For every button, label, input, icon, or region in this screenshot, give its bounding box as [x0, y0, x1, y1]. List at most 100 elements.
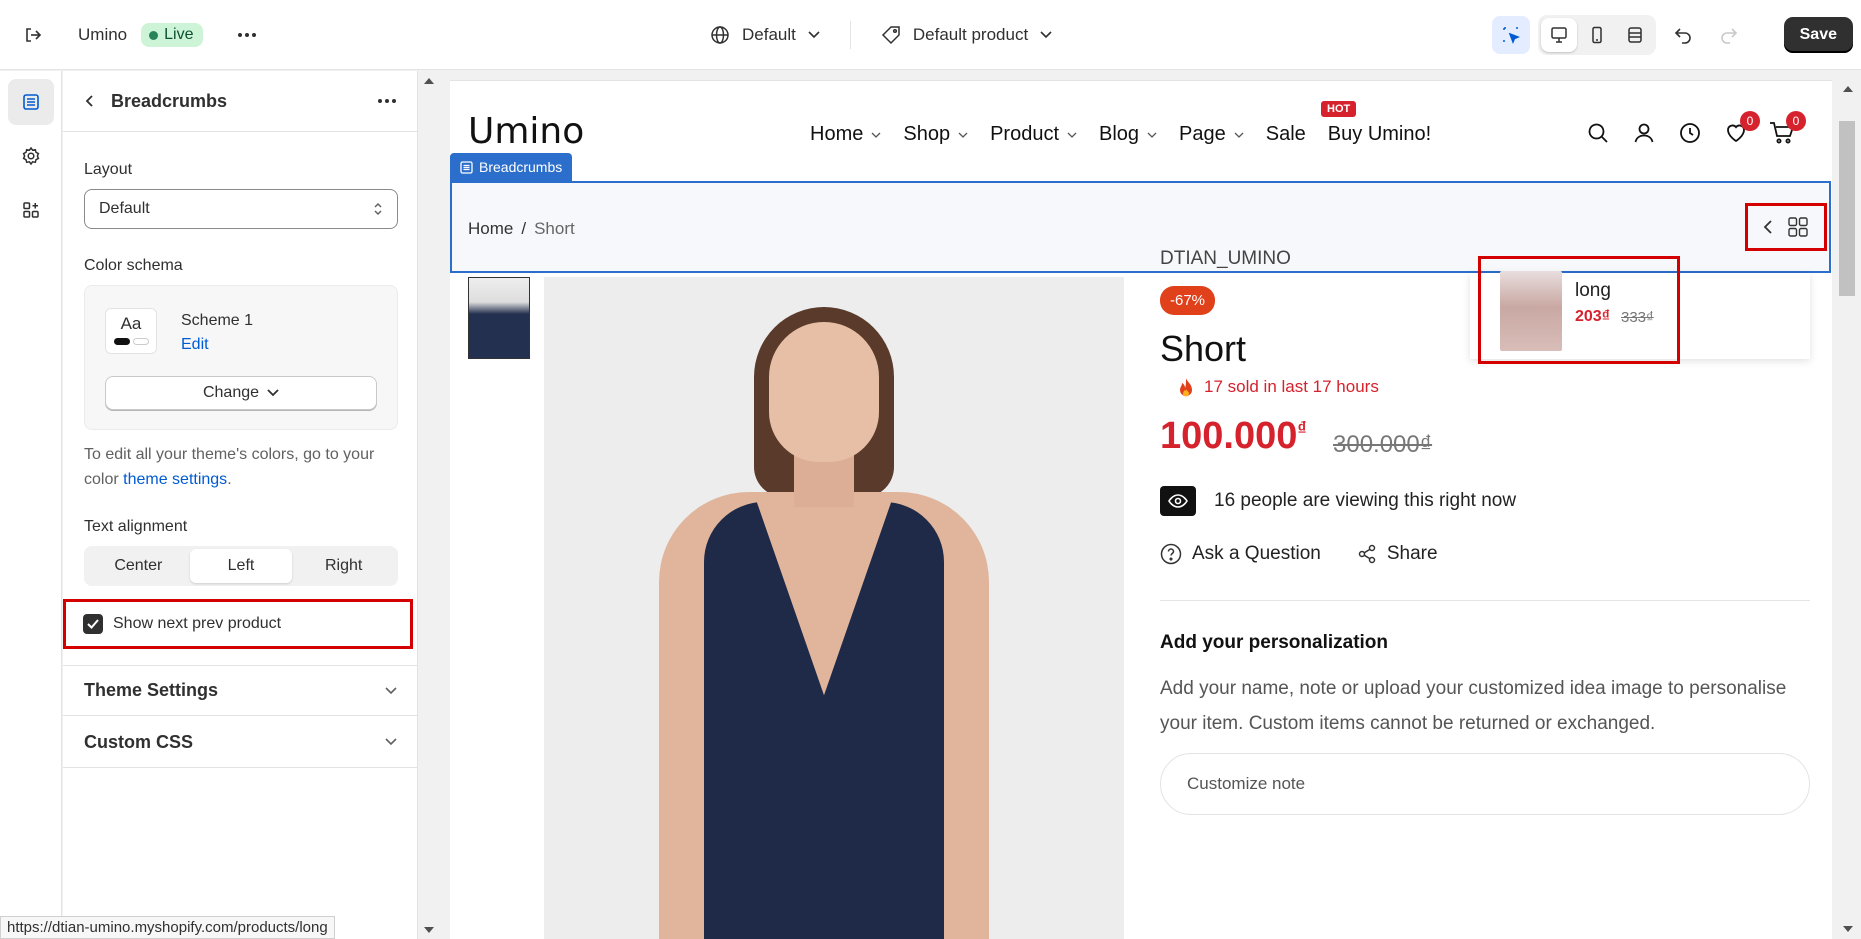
nav-buy-umino[interactable]: Buy Umino! — [1328, 123, 1431, 146]
back-arrow-icon[interactable] — [83, 94, 97, 108]
product-main-image[interactable] — [544, 277, 1124, 939]
align-center-option[interactable]: Center — [87, 549, 190, 583]
breadcrumb: Home / Short — [468, 219, 575, 238]
scroll-up-arrow-icon[interactable] — [1843, 86, 1853, 92]
editor-rail — [0, 71, 62, 939]
align-left-option[interactable]: Left — [189, 549, 293, 583]
layout-select[interactable]: Default — [84, 189, 398, 229]
share-button[interactable]: Share — [1357, 543, 1438, 565]
globe-icon — [711, 26, 729, 44]
cart-icon[interactable]: 0 — [1768, 111, 1806, 147]
theme-settings-accordion[interactable]: Theme Settings — [63, 665, 417, 716]
theme-selector[interactable]: Default — [710, 25, 820, 45]
divider — [849, 21, 851, 49]
scheme-edit-link[interactable]: Edit — [181, 336, 209, 354]
nav-product[interactable]: Product — [990, 123, 1077, 146]
chevron-down-icon — [1234, 132, 1244, 138]
next-prev-product-nav — [1745, 203, 1827, 251]
discount-badge: -67% — [1160, 286, 1216, 315]
sections-icon[interactable] — [8, 79, 54, 125]
header-icons: 0 0 — [1584, 111, 1806, 147]
editor-topbar: Umino Live Default Default product Save — [0, 0, 1861, 70]
wishlist-count-badge: 0 — [1740, 111, 1760, 131]
sold-counter: 17 sold in last 17 hours — [1178, 377, 1379, 397]
checkbox-checked-icon[interactable] — [83, 614, 103, 634]
text-alignment-segmented: Center Left Right — [84, 546, 398, 586]
custom-css-accordion[interactable]: Custom CSS — [63, 717, 417, 768]
exit-icon[interactable] — [18, 20, 48, 50]
store-name: Umino — [78, 25, 128, 44]
mobile-view-icon[interactable] — [1579, 18, 1615, 52]
settings-panel: Breadcrumbs Layout Default Color schema … — [63, 71, 418, 939]
all-products-grid-icon[interactable] — [1787, 216, 1809, 238]
select-arrows-icon — [374, 202, 382, 216]
product-thumbnail[interactable] — [468, 277, 530, 359]
browser-status-url: https://dtian-umino.myshopify.com/produc… — [0, 916, 335, 939]
product-compare-price: 300.000₫ — [1333, 431, 1433, 458]
chevron-down-icon — [385, 686, 397, 694]
align-right-option[interactable]: Right — [292, 549, 395, 583]
search-icon[interactable] — [1584, 119, 1612, 147]
main-nav: Home Shop Product Blog Page Sale Buy Umi… — [810, 123, 1431, 146]
divider — [1160, 600, 1810, 601]
settings-gear-icon[interactable] — [8, 133, 54, 179]
show-next-prev-checkbox-row[interactable]: Show next prev product — [63, 599, 413, 649]
wishlist-heart-icon[interactable]: 0 — [1722, 111, 1760, 147]
redo-icon[interactable] — [1710, 16, 1748, 54]
panel-scroll-down-arrow-icon[interactable] — [424, 927, 434, 933]
chevron-down-icon — [1147, 132, 1157, 138]
panel-title: Breadcrumbs — [111, 90, 228, 111]
section-icon — [460, 160, 473, 174]
show-next-prev-label: Show next prev product — [113, 615, 282, 632]
recently-viewed-clock-icon[interactable] — [1676, 119, 1704, 147]
account-icon[interactable] — [1630, 119, 1658, 147]
tag-icon — [881, 26, 900, 45]
nav-shop[interactable]: Shop — [903, 123, 968, 146]
text-alignment-label: Text alignment — [84, 518, 188, 535]
viewport-switcher — [1537, 15, 1656, 55]
theme-settings-link[interactable]: theme settings — [123, 471, 227, 488]
desktop-view-icon[interactable] — [1540, 18, 1577, 52]
ask-question-button[interactable]: Ask a Question — [1160, 543, 1321, 565]
product-actions: Ask a Question Share — [1160, 543, 1438, 565]
layout-label: Layout — [84, 161, 133, 178]
live-dot-icon — [149, 30, 159, 40]
hot-badge: HOT — [1321, 101, 1357, 117]
scrollbar-thumb[interactable] — [1839, 121, 1855, 296]
breadcrumb-home-link[interactable]: Home — [468, 219, 513, 238]
more-actions-icon[interactable] — [233, 21, 261, 49]
personalization-title: Add your personalization — [1160, 632, 1389, 653]
panel-scroll-up-arrow-icon[interactable] — [424, 78, 434, 84]
scheme-swatch: Aa — [105, 308, 157, 354]
more-options-icon[interactable] — [377, 98, 397, 104]
viewers-counter: 16 people are viewing this right now — [1160, 486, 1516, 516]
breadcrumbs-section-tag[interactable]: Breadcrumbs — [450, 153, 573, 181]
nav-sale[interactable]: Sale — [1266, 123, 1306, 146]
live-badge: Live — [141, 23, 204, 47]
fullscreen-view-icon[interactable] — [1617, 18, 1653, 52]
layout-value: Default — [99, 200, 150, 217]
template-selector[interactable]: Default product — [881, 25, 1052, 45]
apps-icon[interactable] — [8, 187, 54, 233]
nav-home[interactable]: Home — [810, 123, 881, 146]
save-button[interactable]: Save — [1783, 17, 1853, 53]
customize-note-input[interactable]: Customize note — [1160, 753, 1810, 815]
site-logo[interactable]: Umino — [468, 111, 584, 152]
prev-product-chevron-left-icon[interactable] — [1763, 219, 1773, 235]
color-help-text: To edit all your theme's colors, go to y… — [84, 446, 375, 488]
chevron-down-icon — [1067, 132, 1077, 138]
nav-blog[interactable]: Blog — [1099, 123, 1157, 146]
chevron-down-icon — [267, 389, 279, 397]
cart-count-badge: 0 — [1786, 111, 1806, 131]
scroll-down-arrow-icon[interactable] — [1843, 926, 1853, 932]
change-scheme-button[interactable]: Change — [105, 376, 377, 410]
undo-icon[interactable] — [1664, 16, 1702, 54]
nav-page[interactable]: Page — [1179, 123, 1244, 146]
product-vendor: DTIAN_UMINO — [1160, 248, 1291, 269]
storefront-preview: Umino Home Shop Product Blog Page Sale B… — [450, 80, 1832, 939]
fire-icon — [1180, 378, 1192, 397]
chevron-down-icon — [871, 132, 881, 138]
inspector-icon[interactable] — [1491, 16, 1530, 54]
model-face — [769, 322, 879, 462]
popup-highlight-frame — [1478, 256, 1680, 364]
